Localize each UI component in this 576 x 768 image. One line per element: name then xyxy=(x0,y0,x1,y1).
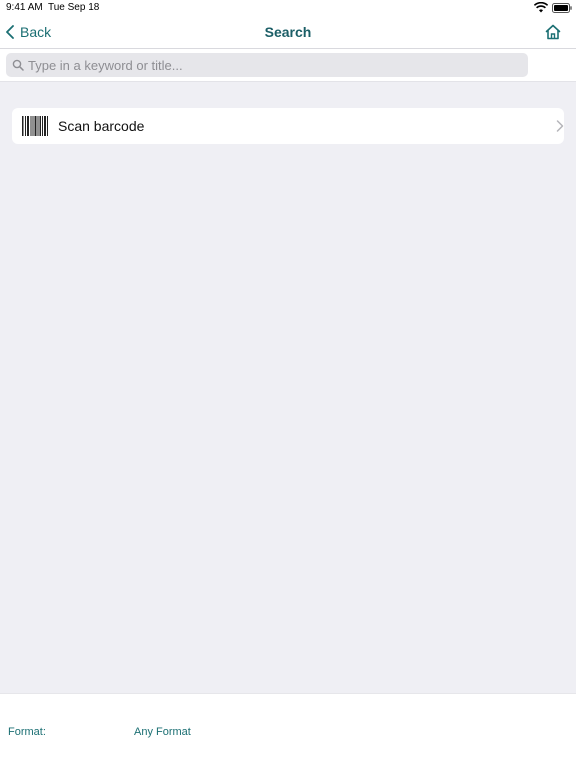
page-title: Search xyxy=(264,24,312,40)
wifi-icon xyxy=(534,2,548,13)
chevron-right-icon xyxy=(556,120,564,132)
barcode-icon xyxy=(22,116,48,136)
search-screen: 9:41 AM Tue Sep 18 Back Search Type in a… xyxy=(0,0,576,768)
search-icon xyxy=(12,59,24,71)
status-time: 9:41 AM xyxy=(6,2,43,13)
search-field[interactable] xyxy=(6,53,528,77)
scan-barcode-label: Scan barcode xyxy=(58,118,145,134)
battery-icon xyxy=(552,3,572,13)
status-date: Tue Sep 18 xyxy=(48,2,100,13)
search-bar xyxy=(0,49,576,82)
status-bar: 9:41 AM Tue Sep 18 xyxy=(0,0,576,16)
scan-barcode-row[interactable]: Scan barcode xyxy=(12,108,564,144)
search-input[interactable] xyxy=(28,53,522,77)
format-label: Format: xyxy=(8,726,46,738)
format-filter-bar: Format: Any Format xyxy=(0,693,576,768)
format-selector[interactable]: Any Format xyxy=(134,726,191,738)
home-icon[interactable] xyxy=(544,23,562,41)
navigation-bar: Back Search xyxy=(0,16,576,49)
